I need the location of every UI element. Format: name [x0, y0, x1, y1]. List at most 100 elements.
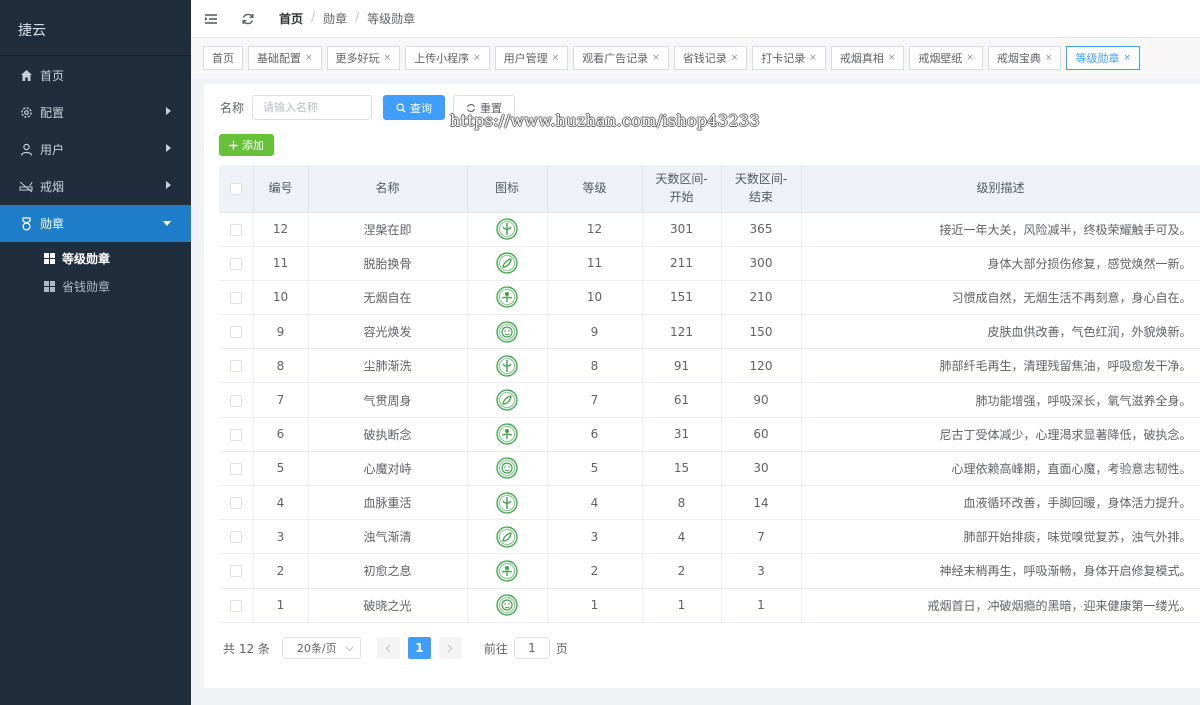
checkbox[interactable] [229, 394, 242, 407]
menu-toggle-icon[interactable] [204, 12, 218, 26]
sidebar-item-medal[interactable]: 勋章 [0, 205, 191, 242]
tab-tag[interactable]: 基础配置 × [248, 46, 322, 70]
cell-select[interactable] [219, 212, 254, 247]
sidebar: 捷云 首页 配置 用户 戒烟 勋章 等级勋章 省钱勋章 [0, 0, 191, 705]
cell-level: 12 [547, 212, 643, 247]
checkbox[interactable] [229, 531, 242, 544]
cell-start-day: 91 [642, 348, 722, 384]
page-size-select[interactable]: 20条/页 [281, 637, 361, 659]
sidebar-subitem-saving-medal[interactable]: 省钱勋章 [0, 272, 191, 300]
cell-icon [467, 246, 548, 281]
close-icon[interactable]: × [966, 53, 974, 63]
checkbox[interactable] [229, 428, 242, 441]
tab-tag[interactable]: 等级勋章 × [1066, 46, 1141, 70]
sidebar-item-config[interactable]: 配置 [0, 94, 191, 131]
name-search-input[interactable] [252, 95, 373, 120]
tab-tag-label: 戒烟宝典 [996, 52, 1041, 65]
table-row: 11 脱胎换骨 11 211 300 身体大部分损伤修复，感觉焕然一新。 [219, 246, 1200, 281]
page-number-current[interactable]: 1 [407, 637, 431, 659]
cell-description: 尼古丁受体减少，心理渴求显著降低，破执念。 [801, 417, 1200, 452]
reset-button[interactable]: 重置 [453, 95, 516, 120]
close-icon[interactable]: × [384, 53, 392, 63]
checkbox[interactable] [229, 326, 242, 339]
sidebar-item-home[interactable]: 首页 [0, 57, 191, 94]
tab-tag-label: 等级勋章 [1075, 52, 1120, 65]
checkbox[interactable] [229, 291, 242, 304]
column-header-icon: 图标 [467, 165, 548, 213]
checkbox[interactable] [229, 360, 242, 373]
chevron-down-icon [163, 221, 171, 226]
checkbox[interactable] [229, 462, 242, 475]
goto-page-input[interactable]: 1 [513, 637, 550, 659]
cell-description: 肺部开始排痰，味觉嗅觉复苏，浊气外排。 [801, 519, 1200, 555]
cell-start-day: 151 [642, 280, 722, 316]
tab-tag-label: 上传小程序 [414, 52, 470, 65]
medal-icon [496, 252, 518, 274]
cell-select[interactable] [219, 553, 254, 589]
cell-name: 无烟自在 [308, 280, 468, 316]
tab-tag[interactable]: 更多好玩 × [326, 46, 401, 70]
cell-select[interactable] [219, 451, 254, 487]
checkbox[interactable] [229, 497, 242, 510]
close-icon[interactable]: × [888, 53, 896, 63]
tab-tag[interactable]: 戒烟宝典 × [987, 46, 1062, 70]
cell-description: 血液循环改善，手脚回暖，身体活力提升。 [801, 485, 1200, 521]
sidebar-item-quit-smoking[interactable]: 戒烟 [0, 168, 191, 205]
close-icon[interactable]: × [809, 53, 817, 63]
sidebar-subitem-level-medal[interactable]: 等级勋章 [0, 244, 191, 272]
cell-end-day: 365 [721, 212, 802, 247]
cell-select[interactable] [219, 280, 254, 316]
refresh-icon[interactable] [241, 12, 255, 26]
tab-tag[interactable]: 戒烟壁纸 × [909, 46, 983, 70]
checkbox[interactable] [229, 223, 242, 236]
close-icon[interactable]: × [473, 53, 481, 63]
tab-tag[interactable]: 省钱记录 × [673, 46, 748, 70]
cell-select[interactable] [219, 246, 254, 281]
header-select-all[interactable] [219, 165, 254, 213]
checkbox[interactable] [229, 565, 242, 578]
add-button[interactable]: 添加 [219, 134, 274, 156]
close-icon[interactable]: × [552, 53, 560, 63]
cell-id: 7 [253, 382, 309, 418]
sidebar-item-label: 首页 [40, 69, 65, 83]
tab-tag-label: 省钱记录 [682, 52, 727, 65]
tab-tag[interactable]: 首页 [203, 46, 243, 70]
close-icon[interactable]: × [305, 53, 313, 63]
prev-page-button[interactable] [376, 637, 400, 659]
pagination-total: 共 12 条 [223, 641, 270, 656]
close-icon[interactable]: × [1045, 53, 1053, 63]
cell-select[interactable] [219, 417, 254, 452]
cell-icon [467, 314, 548, 350]
cell-start-day: 121 [642, 314, 722, 350]
cell-select[interactable] [219, 519, 254, 555]
cell-level: 6 [547, 417, 643, 452]
cell-select[interactable] [219, 485, 254, 521]
next-page-button[interactable] [438, 637, 462, 659]
cell-select[interactable] [219, 588, 254, 623]
cell-select[interactable] [219, 382, 254, 418]
sidebar-item-label: 戒烟 [40, 180, 65, 194]
cell-select[interactable] [219, 348, 254, 384]
query-button[interactable]: 查询 [383, 95, 446, 120]
checkbox[interactable] [229, 599, 242, 612]
tab-tag[interactable]: 观看广告记录 × [573, 46, 669, 70]
close-icon[interactable]: × [652, 53, 660, 63]
checkbox[interactable] [229, 182, 242, 195]
chevron-right-icon [448, 644, 453, 652]
sidebar-item-user[interactable]: 用户 [0, 131, 191, 168]
cell-icon [467, 417, 548, 452]
tab-tag[interactable]: 戒烟真相 × [830, 46, 905, 70]
cell-select[interactable] [219, 314, 254, 350]
close-icon[interactable]: × [1123, 53, 1131, 63]
breadcrumb-item-home[interactable]: 首页 [279, 10, 303, 27]
close-icon[interactable]: × [731, 53, 739, 63]
tab-tag[interactable]: 打卡记录 × [752, 46, 826, 70]
cell-level: 2 [547, 553, 643, 589]
cell-start-day: 4 [642, 519, 722, 555]
checkbox[interactable] [229, 257, 242, 270]
cell-level: 3 [547, 519, 643, 555]
cell-start-day: 301 [642, 212, 722, 247]
tab-tag[interactable]: 用户管理 × [494, 46, 569, 70]
cell-level: 4 [547, 485, 643, 521]
tab-tag[interactable]: 上传小程序 × [405, 46, 490, 70]
